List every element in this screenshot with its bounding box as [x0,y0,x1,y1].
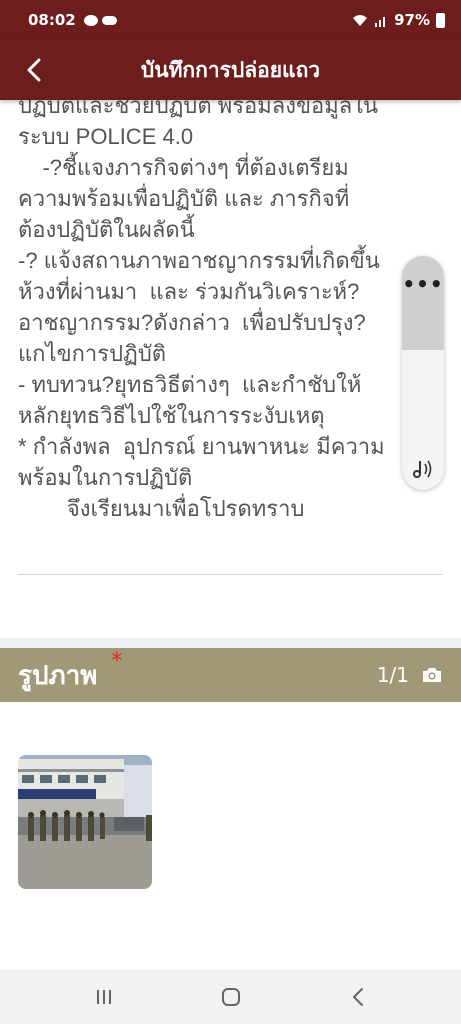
recent-apps-button[interactable] [84,977,124,1017]
back-icon [352,988,363,1006]
status-right: 97% [352,11,445,29]
battery-percent: 97% [394,11,430,29]
wifi-icon [353,14,368,26]
camera-button[interactable] [421,666,443,684]
photo-section-title: รูปภาพ [18,660,98,691]
battery-icon [436,12,445,28]
speaker-icon [413,460,432,478]
police-lineup-photo [18,755,152,889]
system-back-button[interactable] [338,977,378,1017]
line-notification-icon [83,14,98,26]
floating-reader-panel[interactable]: ••• [402,256,444,490]
status-notification-icons [83,14,117,26]
status-bar: 08:02 97% [0,0,461,40]
photo-section-header: รูปภาพ * 1/1 [0,648,461,702]
recent-apps-icon [96,990,111,1004]
page-title: บันทึกการปล่อยแถว [140,57,321,82]
chevron-left-icon [27,58,41,82]
photo-thumbnail[interactable] [18,755,152,889]
back-button[interactable] [16,52,52,88]
app-bar: บันทึกการปล่อยแถว [0,40,461,100]
read-aloud-button[interactable] [408,456,438,482]
signal-icon [375,16,386,27]
camera-icon [423,668,441,682]
required-mark: * [111,648,123,674]
system-nav-bar [0,970,461,1024]
report-content[interactable]: ปฏิบัติและช่วยปฏิบัติ พร้อมลงข้อมูลใน ระ… [0,100,461,640]
status-time: 08:02 [28,11,76,29]
divider [18,574,443,575]
cloud-icon [101,15,117,25]
home-button[interactable] [211,977,251,1017]
report-body-text: ปฏิบัติและช่วยปฏิบัติ พร้อมลงข้อมูลใน ระ… [18,100,385,521]
section-gap [0,638,461,648]
more-options-button[interactable]: ••• [402,256,444,350]
photo-count: 1/1 [376,663,409,687]
home-icon [221,988,240,1006]
